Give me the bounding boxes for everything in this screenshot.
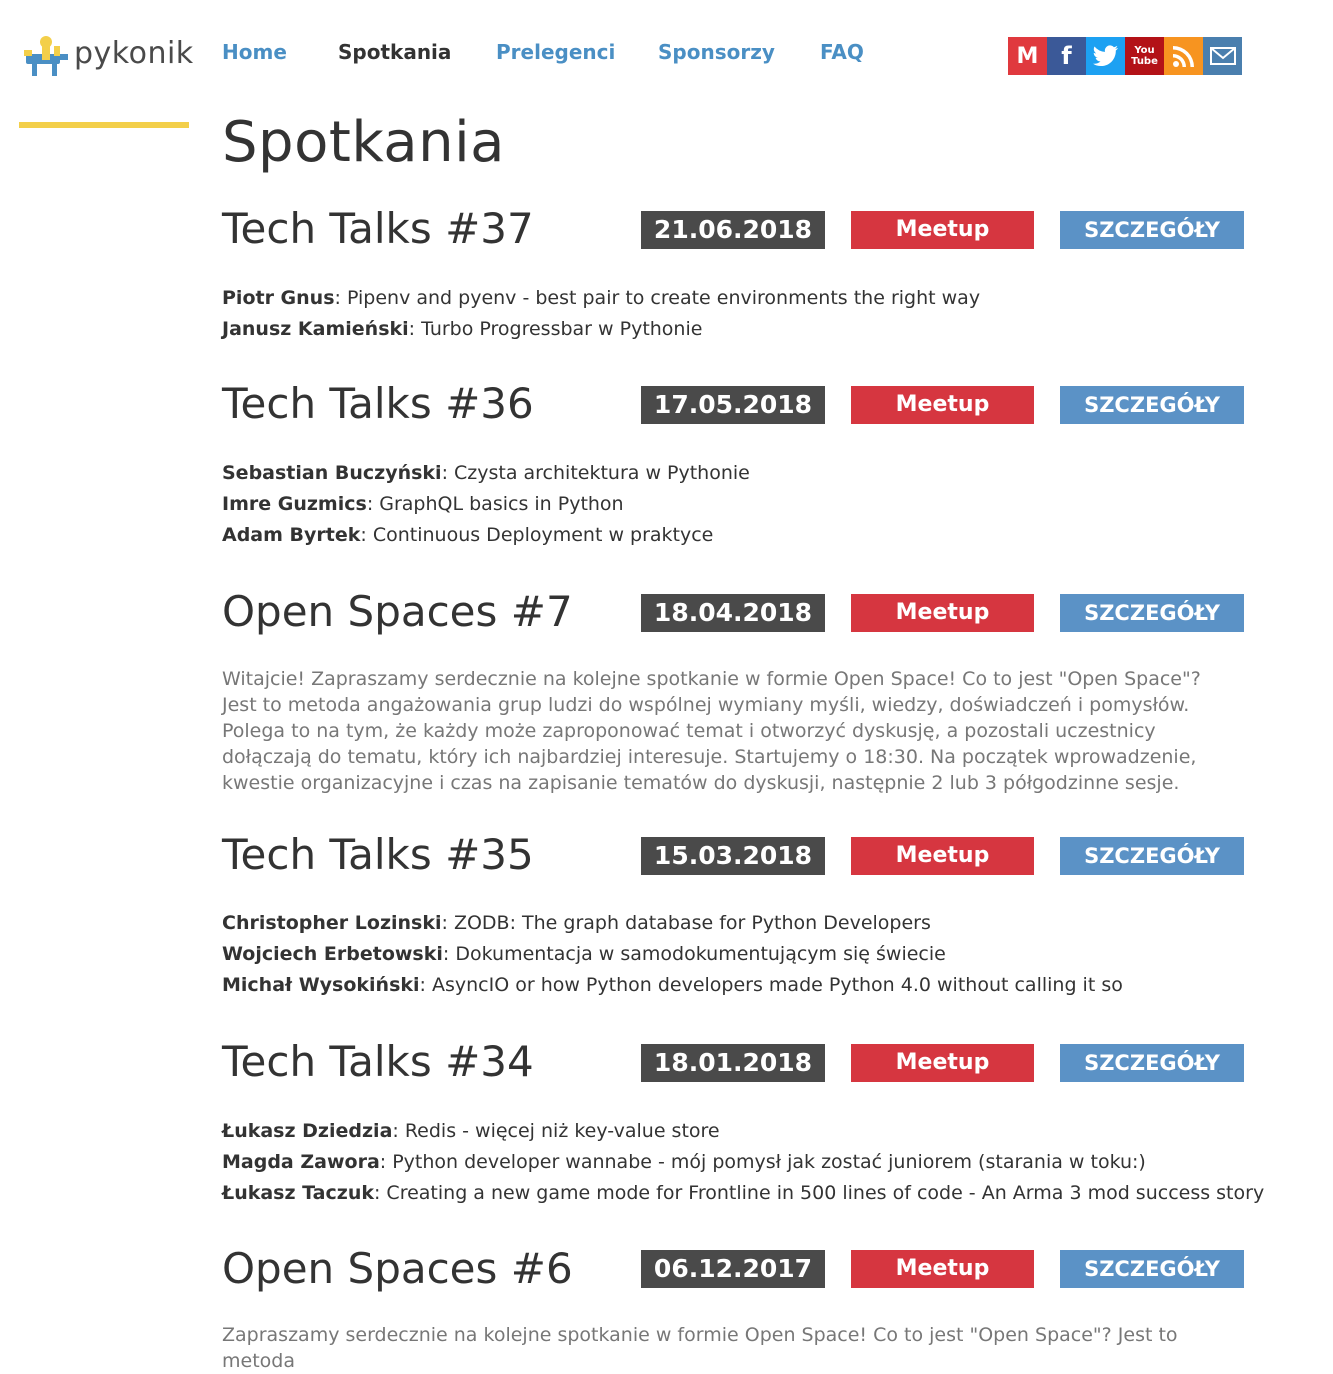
event-type-badge[interactable]: Meetup (851, 1250, 1034, 1288)
talk-list: Łukasz Dziedzia: Redis - więcej niż key-… (222, 1116, 1264, 1209)
nav-prelegenci[interactable]: Prelegenci (496, 40, 615, 64)
event-title[interactable]: Tech Talks #37 (222, 204, 534, 253)
logo-text: pykonik (74, 36, 194, 71)
talk-title: : Czysta architektura w Pythonie (441, 462, 750, 484)
facebook-icon[interactable]: f (1047, 37, 1086, 75)
meetup-icon[interactable]: M (1008, 37, 1047, 75)
speaker-name[interactable]: Michał Wysokiński (222, 974, 420, 996)
event-title[interactable]: Tech Talks #35 (222, 830, 534, 879)
event-type-badge[interactable]: Meetup (851, 1044, 1034, 1082)
details-button[interactable]: SZCZEGÓŁY (1060, 1044, 1244, 1082)
talk-item: Magda Zawora: Python developer wannabe -… (222, 1147, 1264, 1178)
talk-list: Piotr Gnus: Pipenv and pyenv - best pair… (222, 283, 980, 345)
speaker-name[interactable]: Imre Guzmics (222, 493, 367, 515)
speaker-name[interactable]: Łukasz Dziedzia (222, 1120, 392, 1142)
page-title: Spotkania (222, 110, 505, 175)
event-type-badge[interactable]: Meetup (851, 211, 1034, 249)
details-button[interactable]: SZCZEGÓŁY (1060, 386, 1244, 424)
talk-title: : Creating a new game mode for Frontline… (373, 1182, 1265, 1204)
speaker-name[interactable]: Janusz Kamieński (222, 318, 409, 340)
details-button[interactable]: SZCZEGÓŁY (1060, 211, 1244, 249)
talk-title: : Dokumentacja w samodokumentującym się … (442, 943, 946, 965)
speaker-name[interactable]: Łukasz Taczuk (222, 1182, 374, 1204)
event-title[interactable]: Open Spaces #7 (222, 587, 573, 636)
talk-item: Imre Guzmics: GraphQL basics in Python (222, 489, 750, 520)
event-date-badge: 15.03.2018 (641, 837, 825, 875)
event-description: Witajcie! Zapraszamy serdecznie na kolej… (222, 668, 1201, 794)
event-date-badge: 06.12.2017 (641, 1250, 825, 1288)
event-date-badge: 18.01.2018 (641, 1044, 825, 1082)
details-button[interactable]: SZCZEGÓŁY (1060, 594, 1244, 632)
talk-title: : ZODB: The graph database for Python De… (441, 912, 931, 934)
speaker-name[interactable]: Magda Zawora (222, 1151, 380, 1173)
talk-title: : Python developer wannabe - mój pomysł … (379, 1151, 1146, 1173)
pykonik-logo[interactable]: pykonik (20, 28, 193, 84)
talk-title: : AsyncIO or how Python developers made … (419, 974, 1123, 996)
event-title[interactable]: Tech Talks #36 (222, 379, 534, 428)
talk-title: : Continuous Deployment w praktyce (360, 524, 714, 546)
event-title[interactable]: Open Spaces #6 (222, 1244, 573, 1293)
nav-faq[interactable]: FAQ (820, 40, 864, 64)
event-date-badge: 18.04.2018 (641, 594, 825, 632)
event-type-badge[interactable]: Meetup (851, 594, 1034, 632)
event-date-badge: 21.06.2018 (641, 211, 825, 249)
talk-item: Piotr Gnus: Pipenv and pyenv - best pair… (222, 283, 980, 314)
pykonik-horse-icon (24, 36, 68, 76)
twitter-icon[interactable] (1086, 37, 1125, 75)
speaker-name[interactable]: Piotr Gnus (222, 287, 335, 309)
youtube-icon[interactable]: You Tube (1125, 37, 1164, 75)
talk-item: Michał Wysokiński: AsyncIO or how Python… (222, 970, 1123, 1001)
event-date-badge: 17.05.2018 (641, 386, 825, 424)
speaker-name[interactable]: Wojciech Erbetowski (222, 943, 443, 965)
talk-item: Łukasz Dziedzia: Redis - więcej niż key-… (222, 1116, 1264, 1147)
event-title[interactable]: Tech Talks #34 (222, 1037, 534, 1086)
talk-item: Sebastian Buczyński: Czysta architektura… (222, 458, 750, 489)
talk-title: : Turbo Progressbar w Pythonie (408, 318, 703, 340)
logo-underline (19, 122, 189, 128)
speaker-name[interactable]: Adam Byrtek (222, 524, 360, 546)
event-type-badge[interactable]: Meetup (851, 386, 1034, 424)
event-description: Zapraszamy serdecznie na kolejne spotkan… (222, 1324, 1178, 1372)
details-button[interactable]: SZCZEGÓŁY (1060, 837, 1244, 875)
talk-item: Wojciech Erbetowski: Dokumentacja w samo… (222, 939, 1123, 970)
talk-list: Sebastian Buczyński: Czysta architektura… (222, 458, 750, 551)
talk-item: Christopher Lozinski: ZODB: The graph da… (222, 908, 1123, 939)
talk-item: Adam Byrtek: Continuous Deployment w pra… (222, 520, 750, 551)
details-button[interactable]: SZCZEGÓŁY (1060, 1250, 1244, 1288)
speaker-name[interactable]: Christopher Lozinski (222, 912, 442, 934)
email-icon[interactable] (1203, 37, 1242, 75)
speaker-name[interactable]: Sebastian Buczyński (222, 462, 442, 484)
talk-title: : Redis - więcej niż key-value store (392, 1120, 720, 1142)
talk-title: : Pipenv and pyenv - best pair to create… (334, 287, 981, 309)
rss-icon[interactable] (1164, 37, 1203, 75)
nav-home[interactable]: Home (222, 40, 287, 64)
nav-sponsorzy[interactable]: Sponsorzy (658, 40, 775, 64)
nav-spotkania[interactable]: Spotkania (338, 40, 451, 64)
talk-list: Christopher Lozinski: ZODB: The graph da… (222, 908, 1123, 1001)
talk-title: : GraphQL basics in Python (366, 493, 624, 515)
talk-item: Łukasz Taczuk: Creating a new game mode … (222, 1178, 1264, 1209)
talk-item: Janusz Kamieński: Turbo Progressbar w Py… (222, 314, 980, 345)
event-type-badge[interactable]: Meetup (851, 837, 1034, 875)
